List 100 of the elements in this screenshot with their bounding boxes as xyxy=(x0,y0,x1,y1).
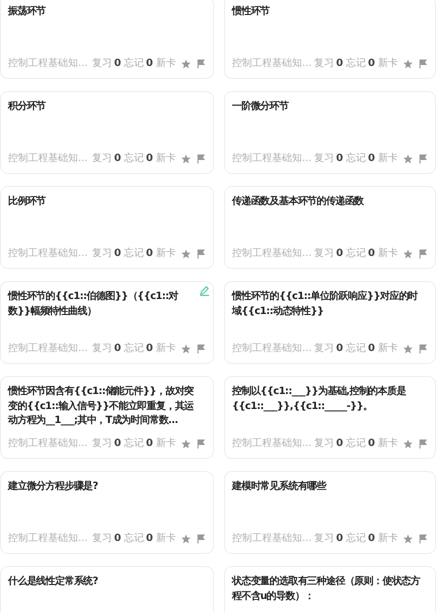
stat-label: 新卡 xyxy=(378,532,398,546)
stat-count: 0 xyxy=(368,532,375,546)
deck-name: 控制工程基础知... xyxy=(232,532,313,546)
card[interactable]: 控制以{{c1::___}}为基础,控制的本质是{{c1::___}},{{c1::_____-}}。 控制工程基础知... 复习 0 忘记 0 新卡 xyxy=(224,376,436,459)
stat-count: 0 xyxy=(368,437,375,451)
stat-label: 忘记 xyxy=(124,436,144,451)
stat-label: 新卡 xyxy=(156,56,176,71)
card-title: 一阶微分环节 xyxy=(232,100,290,114)
stat-count: 0 xyxy=(336,342,344,356)
stat-label: 新卡 xyxy=(156,436,176,451)
stat-label: 忘记 xyxy=(124,532,144,546)
stat-count: 0 xyxy=(368,342,375,356)
stat-count: 0 xyxy=(368,57,375,71)
stat-label: 复习 xyxy=(314,532,334,546)
stat-count: 0 xyxy=(114,532,122,546)
stat-count: 0 xyxy=(114,152,122,166)
card-title: 振荡环节 xyxy=(8,5,47,19)
stat-count: 0 xyxy=(336,57,344,71)
card[interactable]: 一阶微分环节 控制工程基础知... 复习 0 忘记 0 新卡 xyxy=(224,91,436,174)
stat-label: 忘记 xyxy=(346,532,366,546)
card-title: 惯性环节 xyxy=(232,5,271,19)
stat-count: 0 xyxy=(146,342,153,356)
card-title: 惯性环节的{{c1::单位阶跃响应}}对应的时域{{c1::动态特性}} xyxy=(232,290,419,318)
stat-label: 新卡 xyxy=(378,152,398,166)
stat-count: 0 xyxy=(114,342,122,356)
card-title: 惯性环节因含有{{c1::储能元件}}，故对突变的{{c1::输入信号}}不能立即重复，其运动方程为__1___;其中，T成为时间常数... xyxy=(8,385,195,428)
stat-label: 新卡 xyxy=(156,532,176,546)
stat-count: 0 xyxy=(114,437,122,451)
stat-label: 复习 xyxy=(314,152,334,166)
deck-name: 控制工程基础知... xyxy=(8,342,89,356)
stat-count: 0 xyxy=(114,57,122,71)
card[interactable]: 惯性环节 控制工程基础知... 复习 0 忘记 0 新卡 xyxy=(224,0,436,79)
deck-name: 控制工程基础知... xyxy=(8,246,89,261)
stat-label: 新卡 xyxy=(156,342,176,356)
deck-name: 控制工程基础知... xyxy=(232,246,313,261)
stat-label: 新卡 xyxy=(378,56,398,71)
stat-count: 0 xyxy=(336,532,344,546)
deck-name: 控制工程基础知... xyxy=(232,342,313,356)
card-title: 惯性环节的{{c1::伯德图}}（{{c1::对数}}幅频特性曲线） xyxy=(8,290,180,318)
stat-count: 0 xyxy=(336,437,344,451)
deck-name: 控制工程基础知... xyxy=(232,56,313,71)
stat-label: 复习 xyxy=(92,342,112,356)
deck-name: 控制工程基础知... xyxy=(232,152,313,166)
stat-label: 忘记 xyxy=(124,56,144,71)
deck-name: 控制工程基础知... xyxy=(232,436,313,451)
stat-label: 忘记 xyxy=(124,342,144,356)
stat-label: 忘记 xyxy=(346,152,366,166)
stat-label: 忘记 xyxy=(346,56,366,71)
stat-label: 新卡 xyxy=(156,152,176,166)
stat-count: 0 xyxy=(146,247,153,261)
card-title: 建模时常见系统有哪些 xyxy=(232,480,328,494)
stat-count: 0 xyxy=(368,247,375,261)
stat-label: 忘记 xyxy=(346,436,366,451)
stat-count: 0 xyxy=(146,57,153,71)
stat-count: 0 xyxy=(114,247,122,261)
card-title: 传递函数及基本环节的传递函数 xyxy=(232,195,365,209)
stat-label: 复习 xyxy=(92,532,112,546)
deck-name: 控制工程基础知... xyxy=(8,532,89,546)
card[interactable]: 建模时常见系统有哪些 控制工程基础知... 复习 0 忘记 0 新卡 xyxy=(224,471,436,554)
stat-count: 0 xyxy=(146,437,153,451)
card-title: 状态变量的选取有三种途径（原则：使状态方程不含u的导数）： xyxy=(232,575,422,604)
stat-label: 新卡 xyxy=(156,246,176,261)
stat-label: 复习 xyxy=(92,152,112,166)
stat-count: 0 xyxy=(336,247,344,261)
stat-label: 复习 xyxy=(92,247,112,261)
card-title: 建立微分方程步骤是? xyxy=(8,480,99,494)
stat-label: 忘记 xyxy=(346,246,366,261)
card[interactable]: 惯性环节因含有{{c1::储能元件}}，故对突变的{{c1::输入信号}}不能立即重复，其运动方程为__1___;其中，T成为时间常数... 控制工程基础知... 复习 0 忘记 0 新卡 xyxy=(0,376,214,459)
stat-label: 新卡 xyxy=(378,342,398,356)
card-title: 控制以{{c1::___}}为基础,控制的本质是{{c1::___}},{{c1::_____-}}。 xyxy=(232,385,407,414)
stat-label: 复习 xyxy=(92,57,112,71)
stat-label: 复习 xyxy=(314,437,334,451)
card[interactable]: 振荡环节 控制工程基础知... 复习 0 忘记 0 新卡 xyxy=(0,0,214,79)
stat-label: 忘记 xyxy=(124,246,144,261)
stat-label: 复习 xyxy=(92,437,112,451)
stat-count: 0 xyxy=(146,152,153,166)
stat-label: 忘记 xyxy=(124,152,144,166)
card[interactable]: 传递函数及基本环节的传递函数 控制工程基础知... 复习 0 忘记 0 新卡 xyxy=(224,186,436,269)
stat-label: 新卡 xyxy=(378,436,398,451)
deck-name: 控制工程基础知... xyxy=(8,436,89,451)
stat-count: 0 xyxy=(368,152,375,166)
card-title: 什么是线性定常系统? xyxy=(8,575,99,589)
card-title: 比例环节 xyxy=(8,195,47,209)
card[interactable]: 惯性环节的{{c1::单位阶跃响应}}对应的时域{{c1::动态特性}} 控制工程基础知... 复习 0 忘记 0 新卡 xyxy=(224,281,436,364)
card[interactable]: 比例环节 控制工程基础知... 复习 0 忘记 0 新卡 xyxy=(0,186,214,269)
stat-label: 复习 xyxy=(314,247,334,261)
stat-count: 0 xyxy=(146,532,153,546)
stat-label: 复习 xyxy=(314,57,334,71)
deck-name: 控制工程基础知... xyxy=(8,152,89,166)
stat-label: 复习 xyxy=(314,342,334,356)
stat-label: 忘记 xyxy=(346,342,366,356)
card[interactable]: 建立微分方程步骤是? 控制工程基础知... 复习 0 忘记 0 新卡 xyxy=(0,471,214,554)
card[interactable]: 积分环节 控制工程基础知... 复习 0 忘记 0 新卡 xyxy=(0,91,214,174)
stat-count: 0 xyxy=(336,152,344,166)
deck-name: 控制工程基础知... xyxy=(8,56,89,71)
card[interactable]: 惯性环节的{{c1::伯德图}}（{{c1::对数}}幅频特性曲线） 控制工程基础知... 复习 0 忘记 0 新卡 xyxy=(0,281,214,364)
stat-label: 新卡 xyxy=(378,246,398,261)
card[interactable]: 状态变量的选取有三种途径（原则：使状态方程不含u的导数）： xyxy=(224,566,436,612)
card-title: 积分环节 xyxy=(8,100,47,114)
card[interactable]: 什么是线性定常系统? xyxy=(0,566,214,612)
